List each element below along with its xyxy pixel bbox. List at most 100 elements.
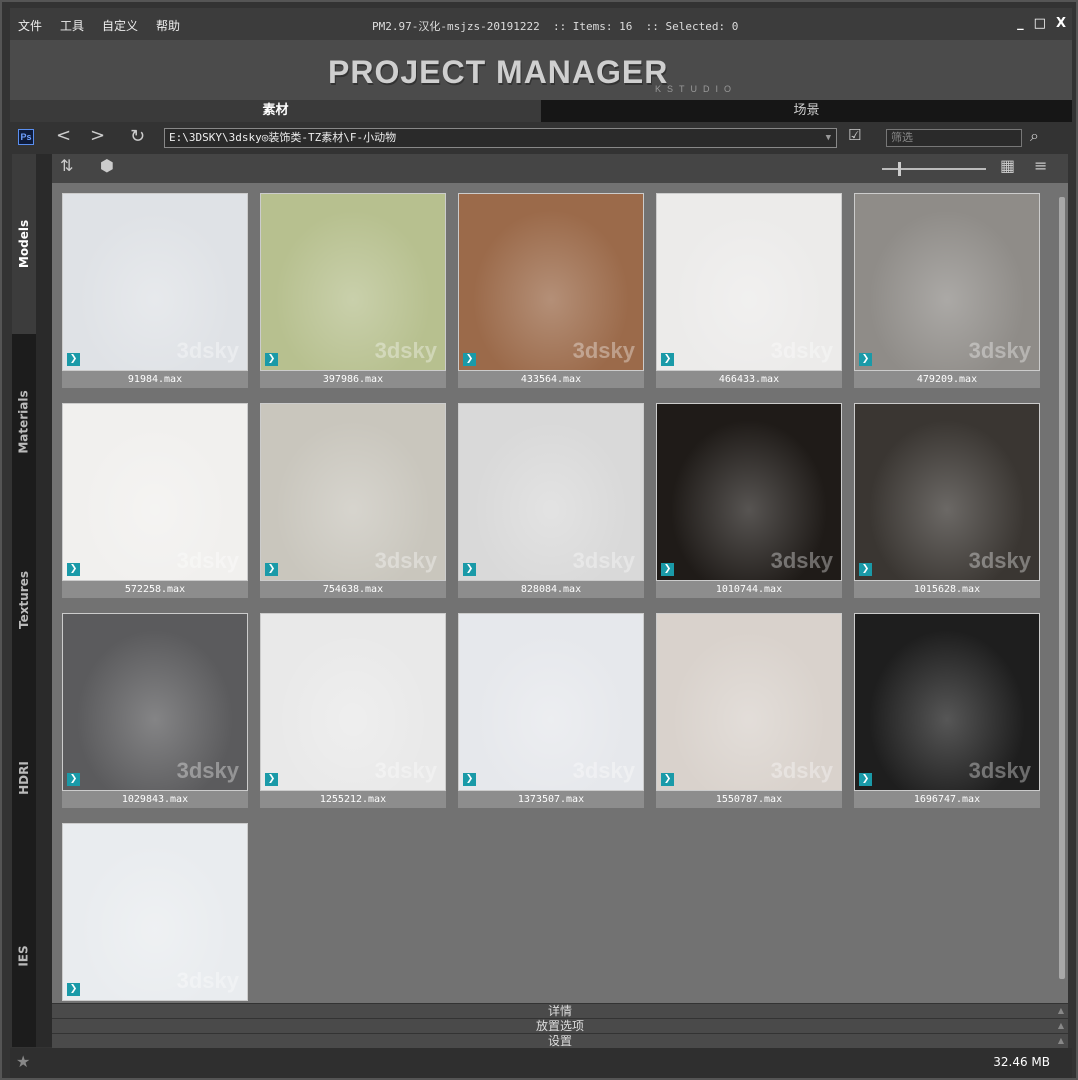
3dsmax-icon: ❯ — [463, 353, 476, 366]
minimize-button[interactable]: _ — [1017, 16, 1024, 31]
filter-input[interactable]: 筛选 — [886, 129, 1022, 147]
sort-icon[interactable]: ≡ — [1034, 156, 1047, 175]
menu-help[interactable]: 帮助 — [156, 17, 180, 34]
asset-tile[interactable]: 3dsky ❯ 1015628.max — [854, 403, 1040, 599]
sync-icon[interactable]: ⇅ — [60, 156, 73, 175]
chevron-down-icon[interactable]: ▼ — [826, 129, 831, 147]
maximize-button[interactable]: □ — [1034, 16, 1046, 31]
path-text: E:\3DSKY\3dsky◎装饰类-TZ素材\F-小动物 — [169, 131, 397, 144]
grid-view-icon[interactable]: ▦ — [1000, 156, 1015, 175]
sidebar-item-hdri[interactable]: HDRI — [12, 688, 36, 868]
main-tabs: 素材 场景 — [10, 100, 1072, 122]
asset-tile[interactable]: 3dsky ❯ 91984.max — [62, 193, 248, 389]
tree-collapse-gutter[interactable] — [36, 154, 52, 1047]
sidebar-item-textures[interactable]: Textures — [12, 510, 36, 690]
asset-thumbnail[interactable]: 3dsky ❯ — [260, 613, 446, 791]
asset-tile[interactable]: 3dsky ❯ 1696747.max — [854, 613, 1040, 809]
window-title: PM2.97-汉化-msjzs-20191222 :: Items: 16 ::… — [372, 20, 739, 33]
refresh-icon[interactable]: ↻ — [130, 126, 145, 147]
asset-tile[interactable]: 3dsky ❯ 754638.max — [260, 403, 446, 599]
app-window: 文件 工具 自定义 帮助 PM2.97-汉化-msjzs-20191222 ::… — [0, 0, 1078, 1080]
menu-customize[interactable]: 自定义 — [102, 17, 138, 34]
sidebar-item-materials[interactable]: Materials — [12, 332, 36, 512]
asset-thumbnail[interactable]: 3dsky ❯ — [458, 613, 644, 791]
menu-file[interactable]: 文件 — [18, 17, 42, 34]
asset-tile[interactable]: 3dsky ❯ 828084.max — [458, 403, 644, 599]
back-icon[interactable]: < — [56, 125, 71, 146]
menu-tools[interactable]: 工具 — [60, 17, 84, 34]
forward-icon[interactable]: > — [90, 125, 105, 146]
asset-thumbnail[interactable]: 3dsky ❯ — [854, 613, 1040, 791]
asset-tile[interactable]: 3dsky ❯ — [62, 823, 248, 1019]
asset-tile[interactable]: 3dsky ❯ 1373507.max — [458, 613, 644, 809]
watermark: 3dsky — [770, 758, 833, 783]
asset-filename: 1373507.max — [458, 791, 644, 808]
panel-details[interactable]: 详情 ▲ — [52, 1004, 1068, 1018]
asset-thumbnail[interactable]: 3dsky ❯ — [260, 403, 446, 581]
3dsmax-icon: ❯ — [859, 353, 872, 366]
asset-tile[interactable]: 3dsky ❯ 479209.max — [854, 193, 1040, 389]
logo-title: PROJECT MANAGER — [328, 54, 669, 90]
asset-tile[interactable]: 3dsky ❯ 1010744.max — [656, 403, 842, 599]
3dsmax-icon: ❯ — [265, 773, 278, 786]
asset-tile[interactable]: 3dsky ❯ 572258.max — [62, 403, 248, 599]
watermark: 3dsky — [968, 758, 1031, 783]
3dsmax-icon: ❯ — [661, 563, 674, 576]
search-icon[interactable]: ⌕ — [1030, 126, 1039, 146]
panel-label: 设置 — [547, 1034, 572, 1048]
photoshop-icon[interactable]: Ps — [18, 129, 34, 145]
watermark: 3dsky — [374, 548, 437, 573]
tab-assets[interactable]: 素材 — [10, 100, 541, 122]
3dsmax-icon: ❯ — [859, 563, 872, 576]
asset-thumbnail[interactable]: 3dsky ❯ — [656, 613, 842, 791]
asset-thumbnail[interactable]: 3dsky ❯ — [62, 193, 248, 371]
cube-icon[interactable]: ⬢ — [100, 156, 114, 175]
logo-banner: PROJECT MANAGER KSTUDIO — [10, 40, 1072, 100]
asset-thumbnail[interactable]: 3dsky ❯ — [656, 193, 842, 371]
asset-filename: 397986.max — [260, 371, 446, 388]
star-icon[interactable]: ★ — [16, 1052, 30, 1071]
panel-settings[interactable]: 设置 ▲ — [52, 1034, 1068, 1048]
scrollbar-thumb[interactable] — [1059, 197, 1065, 979]
asset-filename: 1010744.max — [656, 581, 842, 598]
panel-placement-options[interactable]: 放置选项 ▲ — [52, 1019, 1068, 1033]
asset-tile[interactable]: 3dsky ❯ 1550787.max — [656, 613, 842, 809]
sidebar-item-models[interactable]: Models — [12, 154, 36, 334]
3dsmax-icon: ❯ — [661, 353, 674, 366]
asset-thumbnail[interactable]: 3dsky ❯ — [854, 403, 1040, 581]
tab-scenes[interactable]: 场景 — [541, 100, 1072, 122]
panel-label: 详情 — [547, 1004, 572, 1018]
asset-filename: 466433.max — [656, 371, 842, 388]
watermark: 3dsky — [176, 968, 239, 993]
asset-filename: 1255212.max — [260, 791, 446, 808]
checklist-icon[interactable]: ☑ — [848, 126, 861, 144]
3dsmax-icon: ❯ — [67, 983, 80, 996]
asset-grid: 3dsky ❯ 91984.max 3dsky ❯ 397986.max 3dsky ❯ 433… — [52, 183, 1068, 1003]
asset-thumbnail[interactable]: 3dsky ❯ — [458, 403, 644, 581]
close-button[interactable]: X — [1056, 16, 1066, 31]
asset-tile[interactable]: 3dsky ❯ 466433.max — [656, 193, 842, 389]
asset-tile[interactable]: 3dsky ❯ 1255212.max — [260, 613, 446, 809]
asset-tile[interactable]: 3dsky ❯ 397986.max — [260, 193, 446, 389]
vertical-scrollbar[interactable] — [1058, 191, 1066, 991]
sidebar-label: Materials — [17, 390, 31, 454]
asset-thumbnail[interactable]: 3dsky ❯ — [458, 193, 644, 371]
asset-tile[interactable]: 3dsky ❯ 433564.max — [458, 193, 644, 389]
expand-icon: ▲ — [1057, 1036, 1064, 1045]
thumbnail-size-slider[interactable] — [882, 162, 986, 176]
watermark: 3dsky — [374, 758, 437, 783]
asset-thumbnail[interactable]: 3dsky ❯ — [260, 193, 446, 371]
3dsmax-icon: ❯ — [265, 353, 278, 366]
asset-thumbnail[interactable]: 3dsky ❯ — [62, 823, 248, 1001]
sidebar-label: Textures — [17, 571, 32, 629]
3dsmax-icon: ❯ — [463, 773, 476, 786]
asset-thumbnail[interactable]: 3dsky ❯ — [854, 193, 1040, 371]
sidebar-item-ies[interactable]: IES — [12, 866, 36, 1046]
asset-thumbnail[interactable]: 3dsky ❯ — [62, 613, 248, 791]
watermark: 3dsky — [176, 548, 239, 573]
path-input[interactable]: E:\3DSKY\3dsky◎装饰类-TZ素材\F-小动物 ▼ — [164, 128, 837, 148]
asset-filename: 828084.max — [458, 581, 644, 598]
asset-tile[interactable]: 3dsky ❯ 1029843.max — [62, 613, 248, 809]
asset-thumbnail[interactable]: 3dsky ❯ — [656, 403, 842, 581]
asset-thumbnail[interactable]: 3dsky ❯ — [62, 403, 248, 581]
